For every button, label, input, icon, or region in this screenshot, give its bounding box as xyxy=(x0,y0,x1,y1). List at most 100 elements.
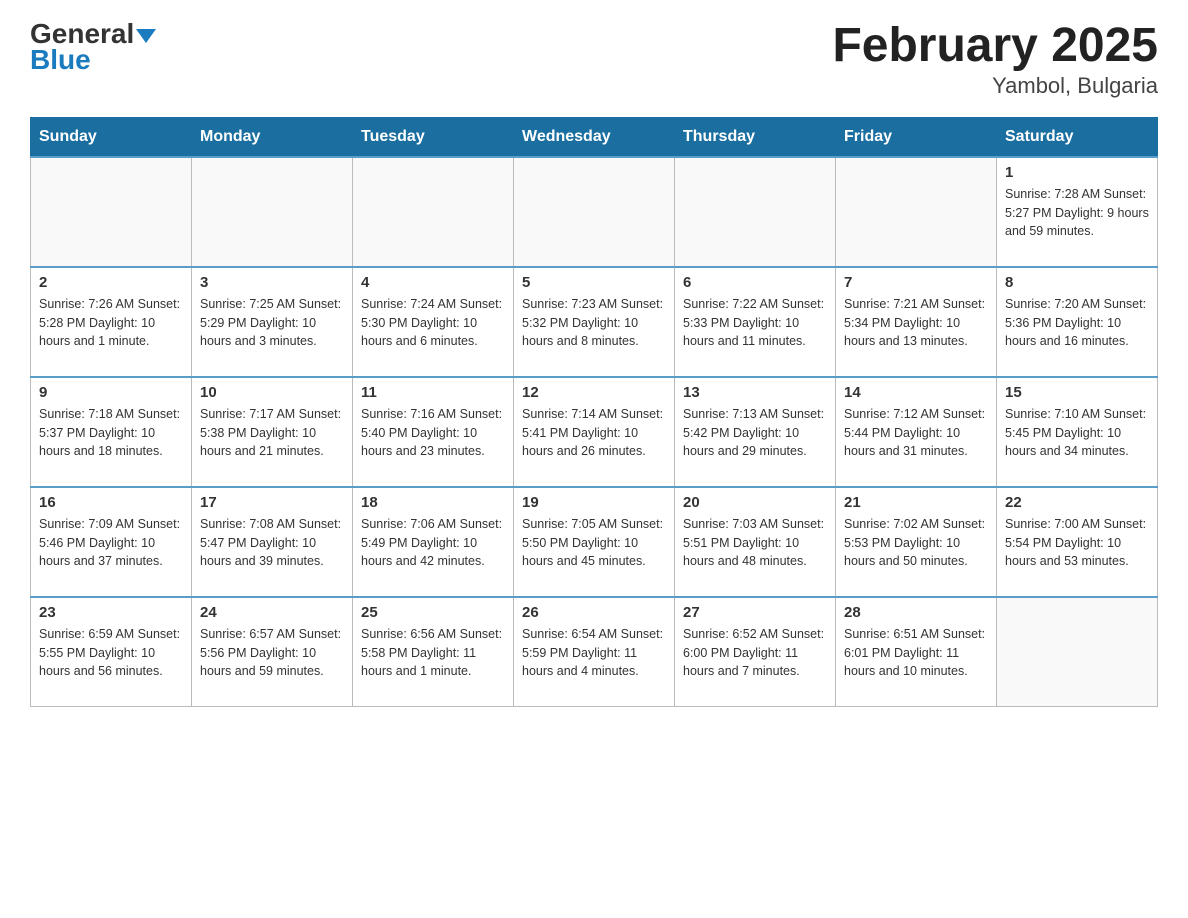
calendar-cell: 15Sunrise: 7:10 AM Sunset: 5:45 PM Dayli… xyxy=(997,377,1158,487)
calendar-cell: 9 Sunrise: 7:18 AM Sunset: 5:37 PM Daylig… xyxy=(31,377,192,487)
weekday-header-thursday: Thursday xyxy=(675,117,836,157)
day-info: Sunrise: 6:59 AM Sunset: 5:55 PM Dayligh… xyxy=(39,625,183,681)
page-header: General Blue February 2025 Yambol, Bulga… xyxy=(30,20,1158,99)
calendar-cell xyxy=(514,157,675,267)
calendar-cell: 26 Sunrise: 6:54 AM Sunset: 5:59 PM Dayli… xyxy=(514,597,675,707)
calendar-cell: 8 Sunrise: 7:20 AM Sunset: 5:36 PM Daylig… xyxy=(997,267,1158,377)
calendar-cell: 2 Sunrise: 7:26 AM Sunset: 5:28 PM Daylig… xyxy=(31,267,192,377)
day-number: 24 xyxy=(200,604,344,621)
day-number: 3 xyxy=(200,274,344,291)
calendar-cell: 6 Sunrise: 7:22 AM Sunset: 5:33 PM Daylig… xyxy=(675,267,836,377)
day-number: 22 xyxy=(1005,494,1149,511)
day-info: Sunrise: 7:23 AM Sunset: 5:32 PM Dayligh… xyxy=(522,295,666,351)
calendar-cell xyxy=(31,157,192,267)
day-info: Sunrise: 7:10 AM Sunset: 5:45 PM Dayligh… xyxy=(1005,405,1149,461)
calendar-cell xyxy=(192,157,353,267)
day-number: 27 xyxy=(683,604,827,621)
calendar-cell: 25 Sunrise: 6:56 AM Sunset: 5:58 PM Dayli… xyxy=(353,597,514,707)
day-info: Sunrise: 7:12 AM Sunset: 5:44 PM Dayligh… xyxy=(844,405,988,461)
day-number: 11 xyxy=(361,384,505,401)
day-number: 1 xyxy=(1005,164,1149,181)
day-number: 17 xyxy=(200,494,344,511)
day-info: Sunrise: 7:06 AM Sunset: 5:49 PM Dayligh… xyxy=(361,515,505,571)
day-number: 26 xyxy=(522,604,666,621)
day-number: 6 xyxy=(683,274,827,291)
calendar-cell: 1 Sunrise: 7:28 AM Sunset: 5:27 PM Daylig… xyxy=(997,157,1158,267)
day-info: Sunrise: 7:18 AM Sunset: 5:37 PM Dayligh… xyxy=(39,405,183,461)
day-info: Sunrise: 7:09 AM Sunset: 5:46 PM Dayligh… xyxy=(39,515,183,571)
day-number: 18 xyxy=(361,494,505,511)
weekday-header-sunday: Sunday xyxy=(31,117,192,157)
day-info: Sunrise: 7:28 AM Sunset: 5:27 PM Dayligh… xyxy=(1005,185,1149,241)
day-number: 19 xyxy=(522,494,666,511)
day-number: 13 xyxy=(683,384,827,401)
logo: General Blue xyxy=(30,20,156,76)
calendar-subtitle: Yambol, Bulgaria xyxy=(832,73,1158,99)
calendar-week-row: 2 Sunrise: 7:26 AM Sunset: 5:28 PM Daylig… xyxy=(31,267,1158,377)
calendar-cell xyxy=(353,157,514,267)
calendar-cell: 18 Sunrise: 7:06 AM Sunset: 5:49 PM Dayli… xyxy=(353,487,514,597)
calendar-cell: 19 Sunrise: 7:05 AM Sunset: 5:50 PM Dayli… xyxy=(514,487,675,597)
day-info: Sunrise: 7:13 AM Sunset: 5:42 PM Dayligh… xyxy=(683,405,827,461)
day-info: Sunrise: 7:05 AM Sunset: 5:50 PM Dayligh… xyxy=(522,515,666,571)
calendar-week-row: 23 Sunrise: 6:59 AM Sunset: 5:55 PM Dayli… xyxy=(31,597,1158,707)
day-info: Sunrise: 6:57 AM Sunset: 5:56 PM Dayligh… xyxy=(200,625,344,681)
day-number: 7 xyxy=(844,274,988,291)
day-number: 20 xyxy=(683,494,827,511)
calendar-week-row: 9 Sunrise: 7:18 AM Sunset: 5:37 PM Daylig… xyxy=(31,377,1158,487)
day-info: Sunrise: 6:52 AM Sunset: 6:00 PM Dayligh… xyxy=(683,625,827,681)
day-number: 4 xyxy=(361,274,505,291)
calendar-cell: 5 Sunrise: 7:23 AM Sunset: 5:32 PM Daylig… xyxy=(514,267,675,377)
day-info: Sunrise: 7:26 AM Sunset: 5:28 PM Dayligh… xyxy=(39,295,183,351)
calendar-week-row: 1 Sunrise: 7:28 AM Sunset: 5:27 PM Daylig… xyxy=(31,157,1158,267)
day-number: 23 xyxy=(39,604,183,621)
day-info: Sunrise: 7:14 AM Sunset: 5:41 PM Dayligh… xyxy=(522,405,666,461)
calendar-cell: 13 Sunrise: 7:13 AM Sunset: 5:42 PM Dayli… xyxy=(675,377,836,487)
day-info: Sunrise: 7:22 AM Sunset: 5:33 PM Dayligh… xyxy=(683,295,827,351)
day-info: Sunrise: 7:17 AM Sunset: 5:38 PM Dayligh… xyxy=(200,405,344,461)
calendar-cell: 12 Sunrise: 7:14 AM Sunset: 5:41 PM Dayli… xyxy=(514,377,675,487)
day-info: Sunrise: 7:16 AM Sunset: 5:40 PM Dayligh… xyxy=(361,405,505,461)
day-number: 2 xyxy=(39,274,183,291)
weekday-header-tuesday: Tuesday xyxy=(353,117,514,157)
logo-blue: Blue xyxy=(30,44,91,76)
day-info: Sunrise: 7:20 AM Sunset: 5:36 PM Dayligh… xyxy=(1005,295,1149,351)
calendar-cell xyxy=(675,157,836,267)
day-number: 21 xyxy=(844,494,988,511)
calendar-table: SundayMondayTuesdayWednesdayThursdayFrid… xyxy=(30,117,1158,708)
weekday-header-friday: Friday xyxy=(836,117,997,157)
calendar-cell: 11 Sunrise: 7:16 AM Sunset: 5:40 PM Dayli… xyxy=(353,377,514,487)
day-info: Sunrise: 7:24 AM Sunset: 5:30 PM Dayligh… xyxy=(361,295,505,351)
day-info: Sunrise: 6:54 AM Sunset: 5:59 PM Dayligh… xyxy=(522,625,666,681)
calendar-cell: 23 Sunrise: 6:59 AM Sunset: 5:55 PM Dayli… xyxy=(31,597,192,707)
calendar-cell xyxy=(836,157,997,267)
day-info: Sunrise: 7:08 AM Sunset: 5:47 PM Dayligh… xyxy=(200,515,344,571)
day-info: Sunrise: 6:51 AM Sunset: 6:01 PM Dayligh… xyxy=(844,625,988,681)
calendar-cell: 21 Sunrise: 7:02 AM Sunset: 5:53 PM Dayli… xyxy=(836,487,997,597)
day-number: 10 xyxy=(200,384,344,401)
weekday-header-monday: Monday xyxy=(192,117,353,157)
calendar-cell: 10 Sunrise: 7:17 AM Sunset: 5:38 PM Dayli… xyxy=(192,377,353,487)
day-info: Sunrise: 7:25 AM Sunset: 5:29 PM Dayligh… xyxy=(200,295,344,351)
day-number: 28 xyxy=(844,604,988,621)
day-number: 9 xyxy=(39,384,183,401)
calendar-cell: 7Sunrise: 7:21 AM Sunset: 5:34 PM Daylig… xyxy=(836,267,997,377)
calendar-week-row: 16Sunrise: 7:09 AM Sunset: 5:46 PM Dayli… xyxy=(31,487,1158,597)
weekday-header-saturday: Saturday xyxy=(997,117,1158,157)
day-number: 5 xyxy=(522,274,666,291)
title-block: February 2025 Yambol, Bulgaria xyxy=(832,20,1158,99)
day-info: Sunrise: 6:56 AM Sunset: 5:58 PM Dayligh… xyxy=(361,625,505,681)
day-number: 8 xyxy=(1005,274,1149,291)
day-info: Sunrise: 7:00 AM Sunset: 5:54 PM Dayligh… xyxy=(1005,515,1149,571)
calendar-cell: 16Sunrise: 7:09 AM Sunset: 5:46 PM Dayli… xyxy=(31,487,192,597)
calendar-title: February 2025 xyxy=(832,20,1158,73)
day-number: 12 xyxy=(522,384,666,401)
day-info: Sunrise: 7:02 AM Sunset: 5:53 PM Dayligh… xyxy=(844,515,988,571)
calendar-cell: 24 Sunrise: 6:57 AM Sunset: 5:56 PM Dayli… xyxy=(192,597,353,707)
calendar-cell: 14Sunrise: 7:12 AM Sunset: 5:44 PM Dayli… xyxy=(836,377,997,487)
weekday-header-row: SundayMondayTuesdayWednesdayThursdayFrid… xyxy=(31,117,1158,157)
day-number: 25 xyxy=(361,604,505,621)
calendar-cell: 20Sunrise: 7:03 AM Sunset: 5:51 PM Dayli… xyxy=(675,487,836,597)
logo-triangle-icon xyxy=(136,29,156,43)
weekday-header-wednesday: Wednesday xyxy=(514,117,675,157)
